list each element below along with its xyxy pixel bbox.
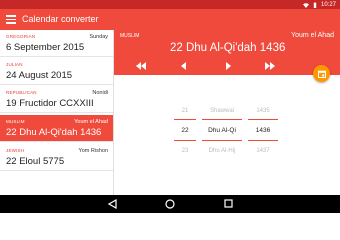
calendar-item-muslim[interactable]: MUSLIM Youm el Ahad 22 Dhu Al-Qi'dah 143… <box>0 115 113 142</box>
picker-divider <box>174 119 196 120</box>
next-icon[interactable] <box>223 62 233 70</box>
wifi-icon <box>302 2 309 8</box>
picker-divider <box>248 119 278 120</box>
calendar-date: 22 Eloul 5775 <box>6 156 65 167</box>
previous-icon[interactable] <box>179 62 189 70</box>
picker-month[interactable]: Dhu Al-Qi <box>202 127 242 134</box>
detail-panel: MUSLIM Youm el Ahad 22 Dhu Al-Qi'dah 143… <box>114 30 340 195</box>
picker-divider <box>174 140 196 141</box>
detail-date: 22 Dhu Al-Qi'dah 1436 <box>170 42 286 54</box>
calendar-day: Youm el Ahad <box>74 119 108 125</box>
back-icon[interactable] <box>108 199 117 209</box>
calendar-list: GREGORIAN Sunday 6 September 2015 JULIAN… <box>0 30 114 195</box>
detail-header: MUSLIM Youm el Ahad 22 Dhu Al-Qi'dah 143… <box>114 30 340 75</box>
fast-rewind-icon[interactable] <box>136 62 146 70</box>
calendar-name: JEWISH <box>6 148 25 153</box>
status-time: 10:27 <box>320 1 336 8</box>
recents-icon[interactable] <box>224 199 233 209</box>
calendar-name: JULIAN <box>6 62 23 67</box>
calendar-item-jewish[interactable]: JEWISH Yom Rishon 22 Eloul 5775 <box>0 144 113 171</box>
app-title: Calendar converter <box>22 14 99 24</box>
picker-divider <box>202 140 242 141</box>
home-icon[interactable] <box>165 199 175 209</box>
app-toolbar: Calendar converter <box>0 9 340 30</box>
system-nav-bar <box>0 195 340 213</box>
calendar-date: 22 Dhu Al-Qi'dah 1436 <box>6 127 102 138</box>
battery-icon <box>313 2 317 8</box>
picker-year[interactable]: 1436 <box>248 127 278 134</box>
calendar-item-gregorian[interactable]: GREGORIAN Sunday 6 September 2015 <box>0 30 113 57</box>
calendar-name: REPUBLICAN <box>6 90 37 95</box>
calendar-day: Nonidi <box>92 90 108 96</box>
picker-divider <box>202 119 242 120</box>
detail-calendar-name: MUSLIM <box>120 33 140 39</box>
calendar-today-icon[interactable] <box>313 65 330 82</box>
calendar-item-republican[interactable]: REPUBLICAN Nonidi 19 Fructidor CCXXIII <box>0 86 113 113</box>
status-icons: 10:27 <box>302 0 336 9</box>
calendar-day: Sunday <box>89 34 108 40</box>
calendar-date: 24 August 2015 <box>6 70 73 81</box>
picker-day[interactable]: 22 <box>174 127 196 134</box>
calendar-day: Yom Rishon <box>78 148 108 154</box>
picker-prev-month[interactable]: Shawwal <box>202 108 242 114</box>
calendar-item-julian[interactable]: JULIAN 24 August 2015 <box>0 58 113 85</box>
detail-day-name: Youm el Ahad <box>291 32 334 39</box>
calendar-date: 6 September 2015 <box>6 42 85 53</box>
menu-icon[interactable] <box>6 15 16 24</box>
picker-prev-day[interactable]: 21 <box>174 108 196 114</box>
picker-divider <box>248 140 278 141</box>
status-bar: 10:27 <box>0 0 340 9</box>
calendar-date: 19 Fructidor CCXXIII <box>6 98 94 109</box>
picker-next-year[interactable]: 1437 <box>248 148 278 154</box>
picker-prev-year[interactable]: 1435 <box>248 108 278 114</box>
picker-next-day[interactable]: 23 <box>174 148 196 154</box>
calendar-name: GREGORIAN <box>6 34 36 39</box>
calendar-name: MUSLIM <box>6 119 25 124</box>
picker-next-month[interactable]: Dhu Al-Hij <box>202 148 242 154</box>
fast-forward-icon[interactable] <box>265 62 275 70</box>
